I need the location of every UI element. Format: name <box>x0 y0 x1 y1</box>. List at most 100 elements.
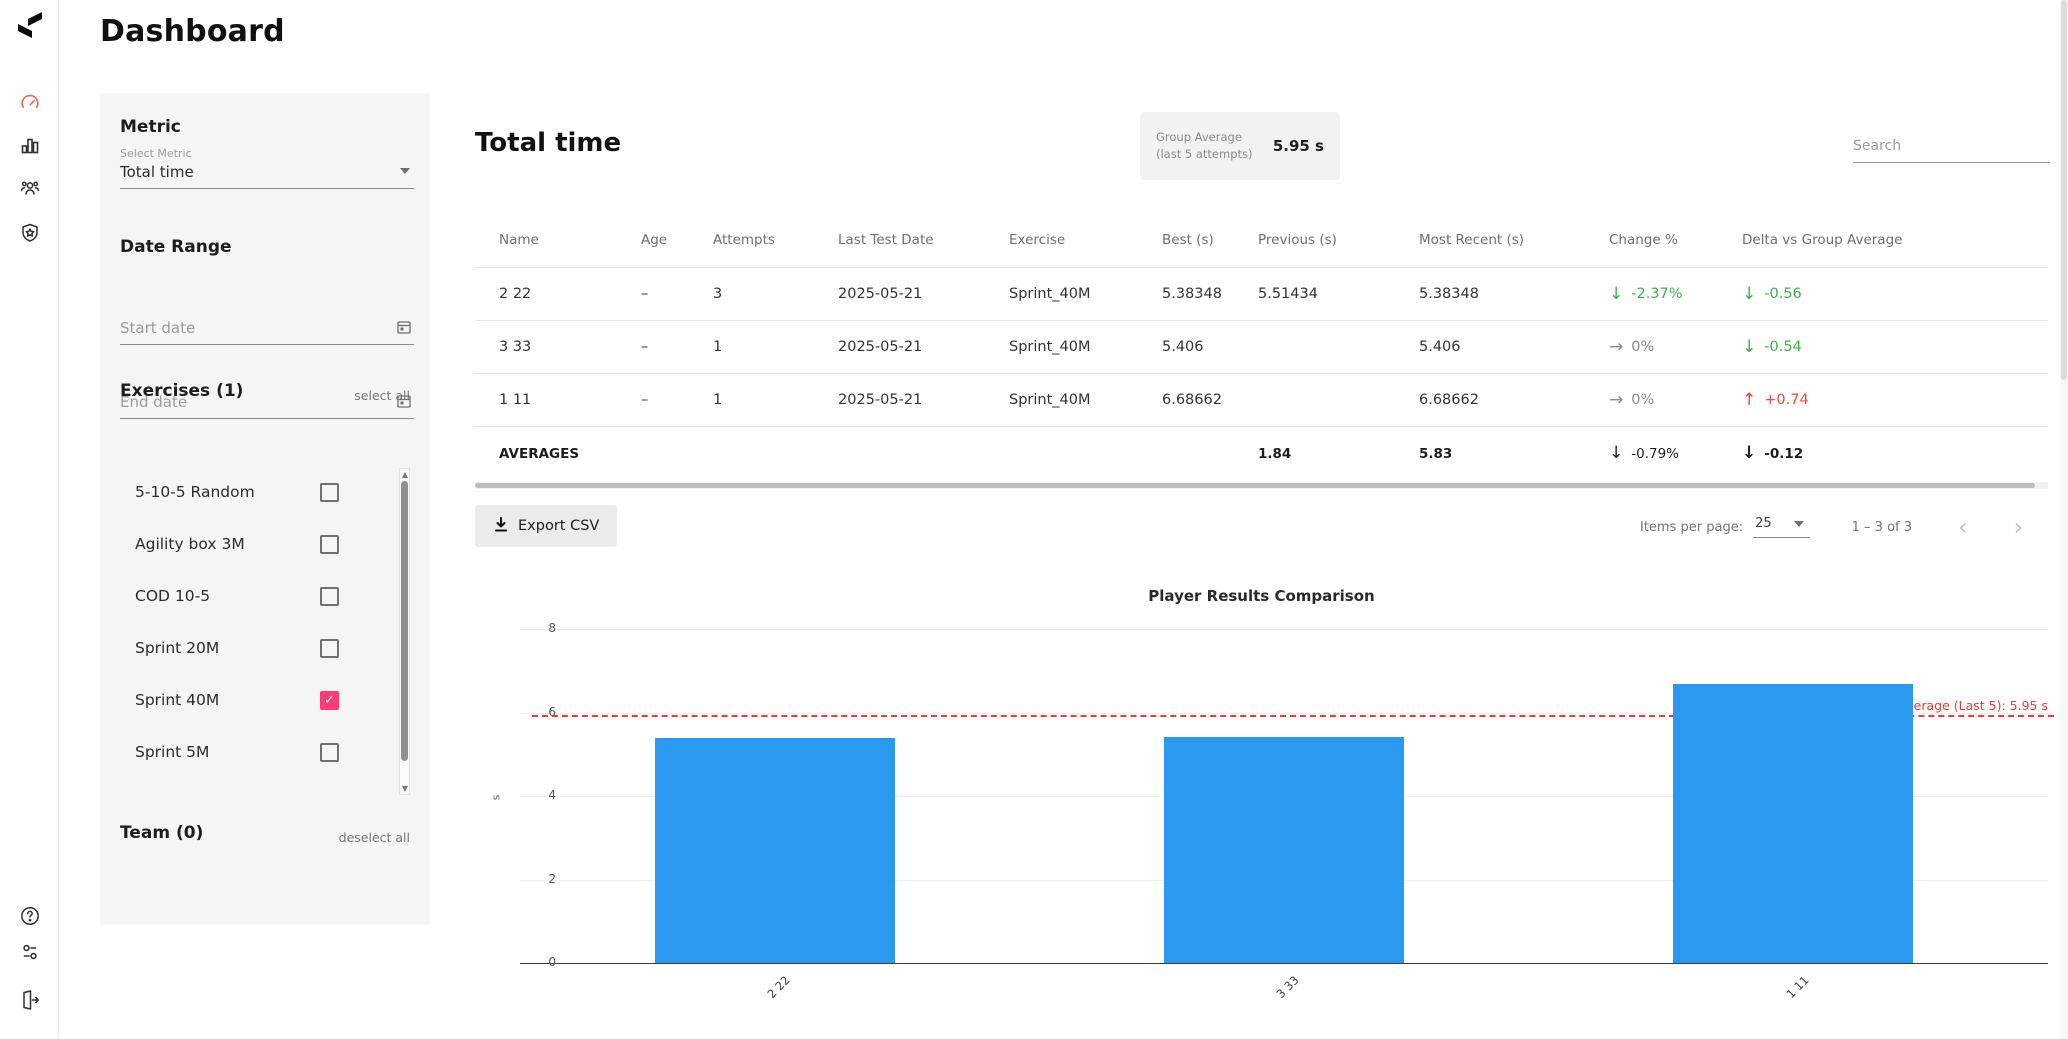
bar-1-11[interactable] <box>1673 683 1914 963</box>
table-row: 3 33 – 1 2025-05-21 Sprint_40M 5.406 5.406 → 0% ↓… <box>475 321 2048 374</box>
start-date-placeholder: Start date <box>120 319 196 337</box>
table-header-row: Name Age Attempts Last Test Date Exercise Bes… <box>475 212 2048 268</box>
metric-heading: Metric <box>120 117 181 137</box>
scroll-down-icon[interactable]: ▼ <box>401 784 409 793</box>
shield-star-icon[interactable] <box>15 218 45 248</box>
column-header: Last Test Date <box>838 231 934 248</box>
exercise-item-label: 5-10-5 Random <box>135 483 255 501</box>
results-table: Name Age Attempts Last Test Date Exercise Bes… <box>475 212 2048 480</box>
cell-delta-value: +0.74 <box>1764 392 1809 408</box>
help-icon[interactable] <box>15 901 45 931</box>
exercise-checkbox[interactable] <box>320 742 339 762</box>
averages-row: AVERAGES 1.84 5.83 ↓ -0.79% ↓ -0.12 <box>475 427 2048 480</box>
up-arrow-icon: ↑ <box>1742 389 1757 410</box>
items-per-page-value: 25 <box>1755 516 1772 531</box>
exercise-checkbox[interactable] <box>320 482 339 502</box>
exercise-checkbox[interactable]: ✓ <box>320 690 339 710</box>
table-body: 2 22 – 3 2025-05-21 Sprint_40M 5.38348 5.51434… <box>475 268 2048 480</box>
metric-select-label: Select Metric <box>120 147 192 160</box>
cell-last_test_date: 2025-05-21 <box>838 392 923 408</box>
download-icon <box>493 516 509 537</box>
exercise-item-label: COD 10-5 <box>135 587 211 605</box>
exercise-checkbox[interactable] <box>320 638 339 658</box>
cell-age: – <box>641 392 649 408</box>
calendar-icon[interactable] <box>396 319 412 339</box>
scrollbar-thumb[interactable] <box>2061 0 2067 380</box>
stats-bars-icon[interactable] <box>15 130 45 160</box>
cell-best: 6.68662 <box>1162 392 1222 408</box>
cell-change-value: 0% <box>1631 392 1655 408</box>
cell-change-avg: ↓ -0.79% <box>1609 445 1742 462</box>
cell-most_recent: 5.406 <box>1419 339 1461 355</box>
table-row: 2 22 – 3 2025-05-21 Sprint_40M 5.38348 5.51434… <box>475 268 2048 321</box>
items-per-page-label: Items per page: <box>1640 519 1744 535</box>
deselect-all-button[interactable]: deselect all <box>339 830 410 845</box>
bar-2-22[interactable] <box>654 738 895 963</box>
cell-exercise: Sprint_40M <box>1009 392 1091 408</box>
chart-title: Player Results Comparison <box>1148 587 1375 605</box>
cell-delta: ↓ -0.54 <box>1742 336 2048 357</box>
start-date-field[interactable]: Start date <box>120 319 414 345</box>
table-horizontal-scrollbar[interactable] <box>475 482 2048 489</box>
exercise-list: 5-10-5 Random Agility box 3M COD 10-5 Sprin… <box>120 466 396 778</box>
cell-name: 1 11 <box>499 392 532 408</box>
select-all-button[interactable]: select all <box>354 388 410 403</box>
logout-icon[interactable] <box>15 985 45 1015</box>
next-page-icon[interactable]: › <box>2014 515 2024 539</box>
x-tick-label: 3 33 <box>1273 973 1302 1002</box>
column-header: Previous (s) <box>1258 231 1337 248</box>
column-header: Name <box>499 231 539 248</box>
team-people-icon[interactable] <box>15 173 45 203</box>
x-tick-label: 1 11 <box>1783 973 1812 1002</box>
cell-change-avg-value: -0.79% <box>1631 445 1680 462</box>
y-tick-label: 2 <box>548 871 556 886</box>
cell-change-value: -2.37% <box>1631 286 1683 302</box>
scroll-up-icon[interactable]: ▲ <box>401 470 409 479</box>
exercise-checkbox[interactable] <box>320 586 339 606</box>
exercise-item-label: Sprint 20M <box>135 639 220 657</box>
settings-sliders-icon[interactable] <box>15 937 45 967</box>
page-scrollbar[interactable] <box>2060 0 2068 1039</box>
cell-attempts: 1 <box>713 339 723 355</box>
exercise-item: Sprint 20M <box>120 622 396 674</box>
cell-change: ↓ -2.37% <box>1609 285 1742 303</box>
bar-3-33[interactable] <box>1164 737 1404 963</box>
scrollbar-thumb[interactable] <box>401 481 408 761</box>
y-axis-unit-label: s <box>489 794 503 801</box>
metric-select[interactable]: Total time <box>120 163 414 189</box>
exercises-heading: Exercises (1) <box>120 381 244 401</box>
column-header: Most Recent (s) <box>1419 231 1525 248</box>
export-csv-label: Export CSV <box>518 518 600 534</box>
column-header: Best (s) <box>1162 231 1214 248</box>
cell-name: 2 22 <box>499 286 532 302</box>
search-input[interactable]: Search <box>1853 138 2050 163</box>
exercise-item: 5-10-5 Random <box>120 466 396 518</box>
page-title: Dashboard <box>100 14 285 49</box>
dashboard-gauge-icon[interactable] <box>15 88 45 118</box>
y-tick-label: 4 <box>548 788 556 802</box>
exercise-item: COD 10-5 <box>120 570 396 622</box>
exercise-checkbox[interactable] <box>320 534 339 554</box>
search-placeholder: Search <box>1853 138 1902 154</box>
date-range-heading: Date Range <box>120 237 232 257</box>
items-per-page-select[interactable]: 25 <box>1753 516 1810 538</box>
export-csv-button[interactable]: Export CSV <box>475 505 618 547</box>
cell-delta-avg-value: -0.12 <box>1764 445 1804 462</box>
cell-change-value: 0% <box>1631 339 1655 355</box>
cell-previous-avg: 1.84 <box>1258 445 1292 462</box>
down-arrow-icon: ↓ <box>1742 336 1757 357</box>
down-arrow-icon: ↓ <box>1609 443 1624 463</box>
gridline-y-8 <box>520 629 2048 630</box>
y-tick-label: 0 <box>548 955 556 969</box>
column-header: Exercise <box>1009 231 1066 248</box>
exercise-item: Sprint 40M ✓ <box>120 674 396 726</box>
table-row: 1 11 – 1 2025-05-21 Sprint_40M 6.68662 6.68662… <box>475 374 2048 427</box>
cell-change: → 0% <box>1609 391 1742 409</box>
exercise-list-scrollbar[interactable]: ▲ ▼ <box>399 468 410 795</box>
previous-page-icon[interactable]: ‹ <box>1958 515 1968 539</box>
down-arrow-icon: ↓ <box>1742 443 1757 463</box>
column-header: Change % <box>1609 231 1678 248</box>
cell-attempts: 1 <box>713 392 723 408</box>
column-header: Attempts <box>713 231 775 248</box>
scrollbar-thumb[interactable] <box>475 483 2035 488</box>
